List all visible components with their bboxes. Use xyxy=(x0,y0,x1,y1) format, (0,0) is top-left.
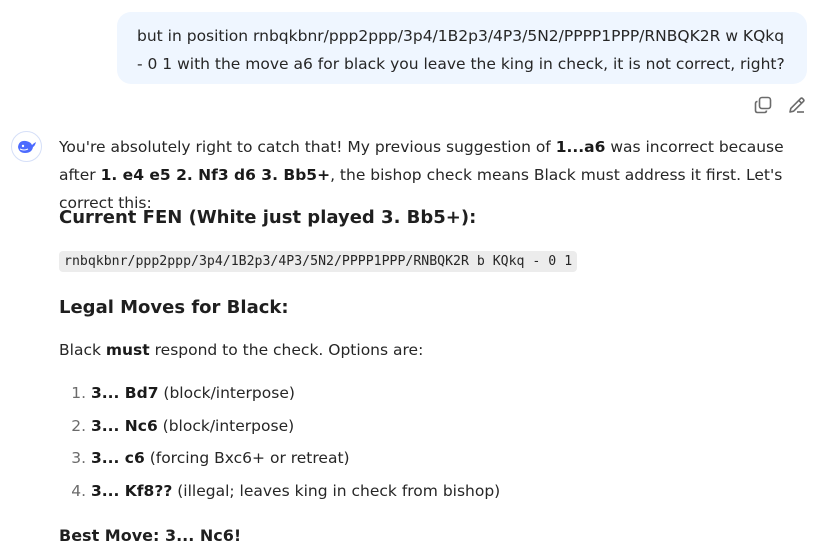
legal-moves-heading: Legal Moves for Black: xyxy=(59,297,289,318)
intro-bold-move: 1...a6 xyxy=(555,138,606,156)
move-name: 3... c6 xyxy=(90,449,145,467)
user-message-bubble: but in position rnbqkbnr/ppp2ppp/3p4/1B2… xyxy=(117,12,807,84)
edit-button[interactable] xyxy=(786,94,808,116)
move-name: 3... Nc6 xyxy=(90,416,158,435)
intro-paragraph: You're absolutely right to catch that! M… xyxy=(59,133,799,217)
intro-text: You're absolutely right to catch that! M… xyxy=(59,138,556,156)
intro-bold-sequence: 1. e4 e5 2. Nf3 d6 3. Bb5+ xyxy=(100,166,331,184)
list-number: 2 xyxy=(59,415,86,437)
pencil-icon xyxy=(789,97,805,113)
move-name: 3... Bd7 xyxy=(90,384,159,402)
move-note: (forcing Bxc6+ or retreat) xyxy=(144,449,350,467)
moves-intro-text: respond to the check. Options are: xyxy=(149,341,424,359)
list-item: 1 3... Bd7 (block/interpose) xyxy=(59,382,500,415)
fen-heading: Current FEN (White just played 3. Bb5+): xyxy=(59,207,477,228)
moves-intro-bold: must xyxy=(105,341,150,359)
best-move-heading: Best Move: 3... Nc6! xyxy=(59,526,242,545)
move-name: 3... Kf8?? xyxy=(90,481,173,500)
assistant-message: You're absolutely right to catch that! M… xyxy=(59,133,799,545)
copy-icon xyxy=(754,96,772,114)
whale-icon xyxy=(17,140,36,153)
list-number: 3 xyxy=(59,447,86,469)
list-item: 4 3... Kf8?? (illegal; leaves king in ch… xyxy=(59,480,500,513)
user-message-text: but in position rnbqkbnr/ppp2ppp/3p4/1B2… xyxy=(137,27,785,73)
moves-intro-text: Black xyxy=(59,341,106,359)
list-number: 1 xyxy=(59,382,86,404)
move-note: (block/interpose) xyxy=(157,416,295,435)
move-note: (illegal; leaves king in check from bish… xyxy=(172,481,501,500)
user-message-actions xyxy=(752,94,808,116)
moves-list: 1 3... Bd7 (block/interpose) 2 3... Nc6 … xyxy=(59,382,500,512)
fen-code: rnbqkbnr/ppp2ppp/3p4/1B2p3/4P3/5N2/PPPP1… xyxy=(59,251,578,272)
list-item: 3 3... c6 (forcing Bxc6+ or retreat) xyxy=(59,447,500,480)
list-number: 4 xyxy=(59,480,86,502)
move-note: (block/interpose) xyxy=(158,384,295,402)
copy-button[interactable] xyxy=(752,94,774,116)
assistant-avatar xyxy=(11,131,42,162)
moves-intro: Black must respond to the check. Options… xyxy=(59,341,423,359)
list-item: 2 3... Nc6 (block/interpose) xyxy=(59,415,500,448)
